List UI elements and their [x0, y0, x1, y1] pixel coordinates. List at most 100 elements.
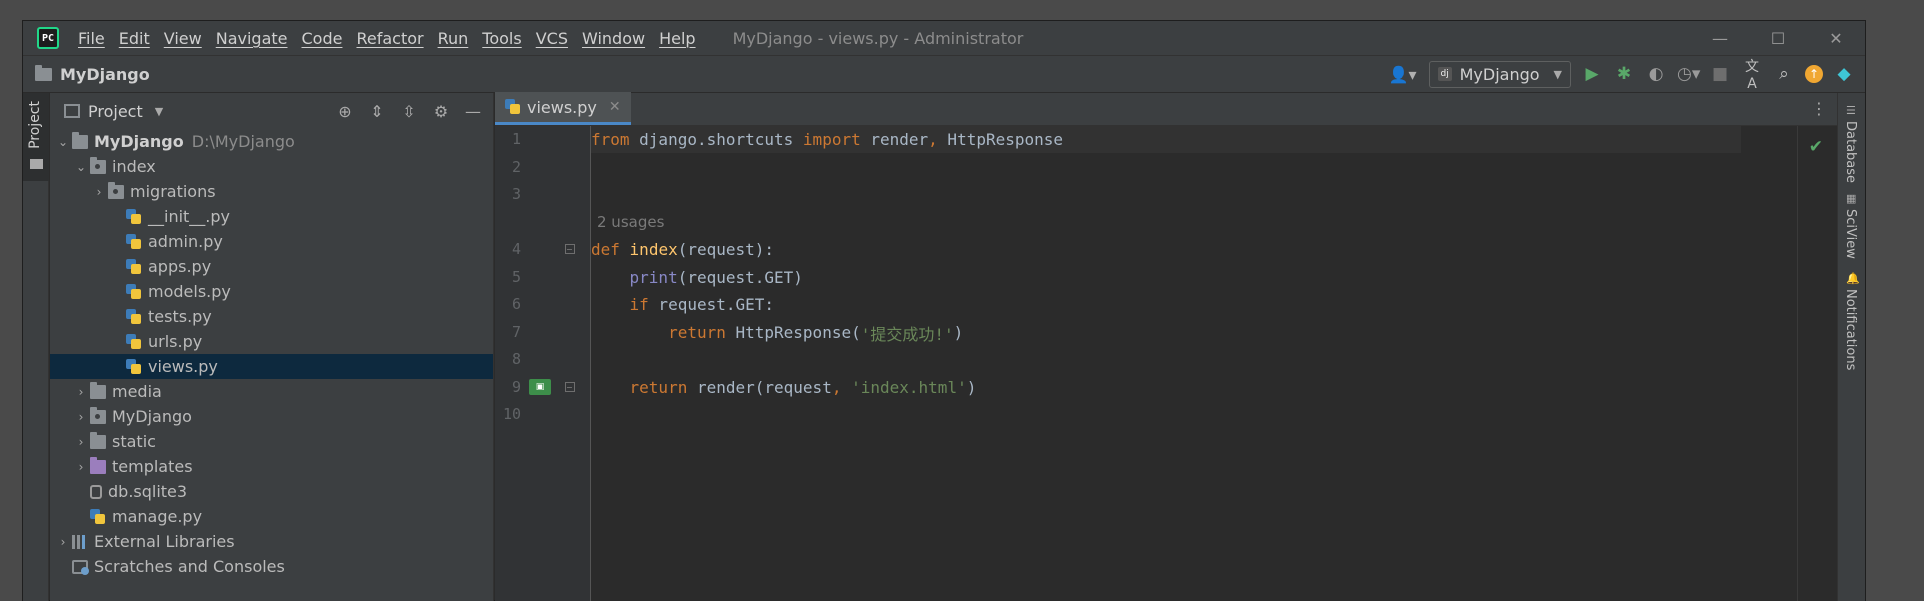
sciview-tool-tab[interactable]: SciView [1843, 209, 1858, 259]
project-view-title[interactable]: Project [88, 102, 143, 121]
tree-item-index[interactable]: ⌄ index [50, 154, 493, 179]
chevron-down-icon[interactable]: ▼ [155, 105, 163, 118]
close-button[interactable]: ✕ [1807, 29, 1865, 48]
collapse-all-icon[interactable]: ⇳ [399, 102, 419, 121]
project-tool-tab[interactable]: Project [23, 93, 49, 181]
stop-icon[interactable]: ■ [1709, 64, 1731, 84]
tree-item-migrations[interactable]: › migrations [50, 179, 493, 204]
tree-item-label: static [112, 432, 156, 451]
tree-item-db-sqlite3[interactable]: db.sqlite3 [50, 479, 493, 504]
line-number: 4 [511, 240, 521, 258]
more-options-icon[interactable]: ⋮ [1811, 99, 1827, 118]
tree-item-media[interactable]: › media [50, 379, 493, 404]
code-area[interactable]: from django.shortcuts import render, Htt… [591, 126, 1837, 601]
chevron-right-icon[interactable]: › [90, 185, 108, 199]
bell-icon: 🔔 [1846, 272, 1860, 285]
tree-item-urls-py[interactable]: urls.py [50, 329, 493, 354]
tab-views-py[interactable]: views.py ✕ [495, 92, 631, 125]
tree-item-models-py[interactable]: models.py [50, 279, 493, 304]
code-line-6[interactable]: if request.GET: [591, 291, 775, 318]
tree-item-label: apps.py [148, 257, 212, 276]
menu-window[interactable]: Window [575, 29, 652, 48]
tree-item-tests-py[interactable]: tests.py [50, 304, 493, 329]
chevron-right-icon[interactable]: › [72, 385, 90, 399]
tree-item-label: tests.py [148, 307, 212, 326]
run-icon[interactable]: ▶ [1581, 64, 1603, 84]
python-file-icon [126, 283, 142, 300]
update-icon[interactable]: ↑ [1805, 65, 1823, 83]
code-line-5[interactable]: print (request.GET) [591, 264, 803, 291]
tree-item-manage-py[interactable]: manage.py [50, 504, 493, 529]
close-icon[interactable]: ✕ [609, 99, 621, 115]
code-token: from [591, 130, 630, 149]
inspection-ok-icon[interactable]: ✔ [1809, 137, 1823, 157]
tree-item-external-libraries[interactable]: › External Libraries [50, 529, 493, 554]
tree-item-init-py[interactable]: __init__.py [50, 204, 493, 229]
translate-icon[interactable]: 文A [1741, 56, 1763, 92]
line-number: 10 [502, 405, 521, 423]
database-tool-tab[interactable]: Database [1843, 121, 1858, 183]
tree-item-static[interactable]: › static [50, 429, 493, 454]
menu-refactor[interactable]: Refactor [349, 29, 430, 48]
code-token: ) [953, 323, 964, 342]
fold-marker-icon[interactable]: − [565, 244, 575, 254]
search-icon[interactable]: ⌕ [1773, 64, 1795, 84]
tree-item-admin-py[interactable]: admin.py [50, 229, 493, 254]
code-line-1[interactable]: from django.shortcuts import render, Htt… [591, 126, 1063, 153]
chevron-down-icon[interactable]: ⌄ [72, 160, 90, 174]
code-token: , [831, 378, 842, 397]
package-folder-icon [108, 181, 124, 199]
coverage-icon[interactable]: ◐ [1645, 64, 1667, 84]
code-token: index [629, 240, 678, 259]
minimize-button[interactable]: — [1691, 29, 1749, 48]
tree-item-apps-py[interactable]: apps.py [50, 254, 493, 279]
chevron-right-icon[interactable]: › [72, 435, 90, 449]
hide-panel-icon[interactable]: — [463, 102, 483, 121]
tree-item-label: Scratches and Consoles [94, 557, 285, 576]
chevron-right-icon[interactable]: › [72, 410, 90, 424]
code-line-7[interactable]: return HttpResponse('提交成功!') [591, 319, 963, 346]
menu-run[interactable]: Run [431, 29, 476, 48]
tab-label: views.py [527, 97, 597, 117]
view-route-gutter-icon[interactable]: ▣ [529, 379, 551, 395]
menu-file[interactable]: File [71, 29, 112, 48]
menu-view[interactable]: View [157, 29, 209, 48]
menu-navigate[interactable]: Navigate [209, 29, 295, 48]
tree-item-mydjango-root[interactable]: ⌄ MyDjango D:\MyDjango [50, 129, 493, 154]
code-token: render(request [687, 378, 832, 397]
user-dropdown-icon[interactable]: 👤▾ [1389, 65, 1419, 84]
locate-file-icon[interactable]: ⊕ [335, 102, 355, 121]
tree-item-views-py[interactable]: views.py [50, 354, 493, 379]
tree-item-mydjango-pkg[interactable]: › MyDjango [50, 404, 493, 429]
code-token: import [802, 130, 861, 149]
maximize-button[interactable]: ☐ [1749, 29, 1807, 48]
python-file-icon [126, 333, 142, 350]
chevron-right-icon[interactable]: › [72, 460, 90, 474]
fold-marker-icon[interactable]: − [565, 382, 575, 392]
plugin-logo-icon[interactable]: ◆ [1833, 64, 1855, 84]
menu-tools[interactable]: Tools [475, 29, 528, 48]
sciview-icon: ▦ [1846, 192, 1857, 205]
code-token: , [928, 130, 938, 149]
gear-icon[interactable]: ⚙ [431, 102, 451, 121]
pycharm-logo-icon[interactable]: PC [37, 27, 59, 49]
menu-code[interactable]: Code [295, 29, 350, 48]
tree-item-label: media [112, 382, 162, 401]
menu-vcs[interactable]: VCS [529, 29, 575, 48]
breadcrumb-project[interactable]: MyDjango [60, 65, 150, 84]
menu-help[interactable]: Help [652, 29, 702, 48]
tree-item-scratches[interactable]: Scratches and Consoles [50, 554, 493, 579]
notifications-tool-tab[interactable]: Notifications [1843, 289, 1858, 370]
chevron-down-icon[interactable]: ⌄ [54, 135, 72, 149]
code-line-9[interactable]: return render(request, 'index.html') [591, 374, 977, 401]
chevron-right-icon[interactable]: › [54, 535, 72, 549]
code-line-4[interactable]: def index (request): [591, 236, 774, 263]
usages-hint[interactable]: 2 usages [597, 213, 664, 231]
expand-all-icon[interactable]: ⇕ [367, 102, 387, 121]
tree-item-templates[interactable]: › templates [50, 454, 493, 479]
run-configuration-select[interactable]: dj MyDjango ▼ [1428, 60, 1571, 88]
profile-icon[interactable]: ◷▾ [1677, 64, 1700, 84]
menu-edit[interactable]: Edit [112, 29, 157, 48]
debug-icon[interactable]: ✱ [1613, 64, 1635, 84]
